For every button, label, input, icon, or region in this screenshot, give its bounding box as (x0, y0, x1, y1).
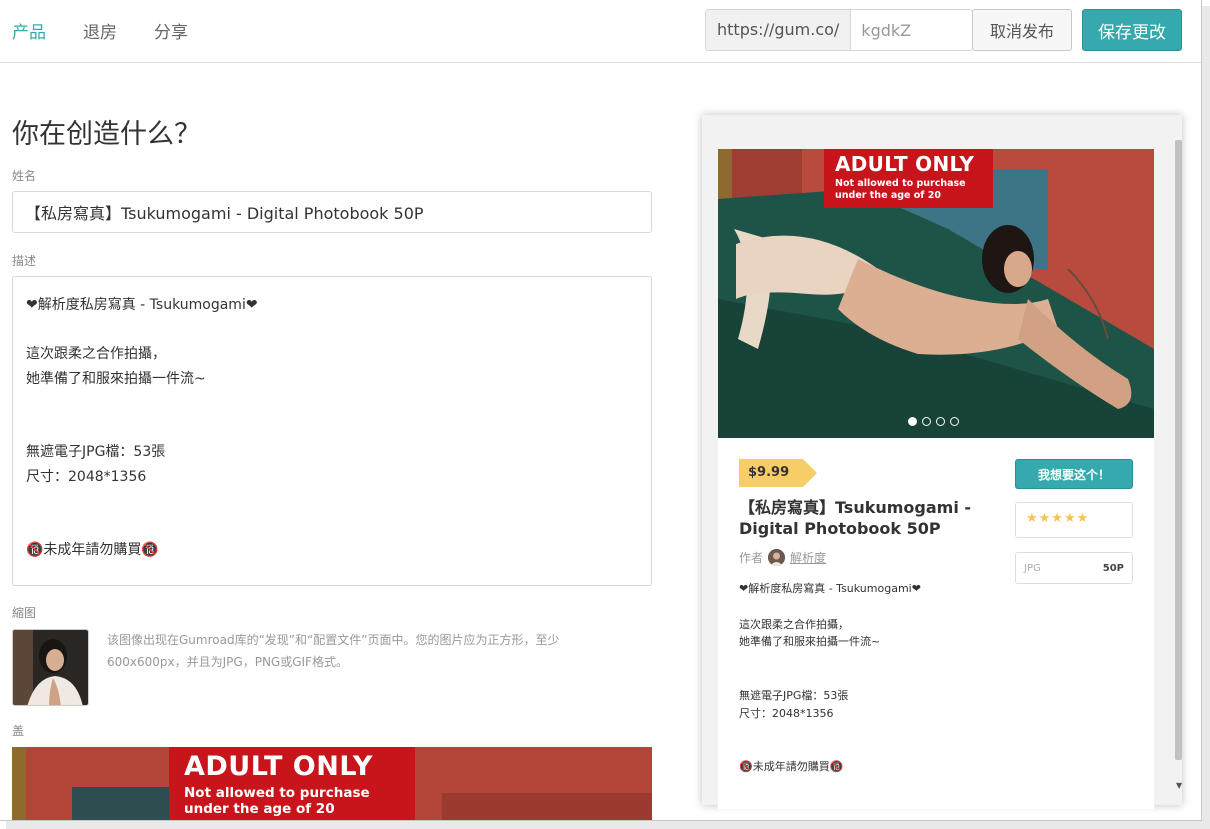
description-line (26, 489, 638, 514)
buy-button[interactable]: 我想要这个！ (1015, 459, 1133, 489)
carousel-dot[interactable] (922, 417, 931, 426)
preview-description-line: 無遮電子JPG檔：53張 (739, 688, 849, 702)
thumbnail-image[interactable] (12, 629, 89, 706)
description-line (26, 391, 638, 416)
preview-description-line: ❤解析度私房寫真 - Tsukumogami❤ (739, 582, 921, 595)
save-changes-button[interactable]: 保存更改 (1082, 9, 1182, 51)
format-value: 50P (1102, 562, 1124, 574)
preview-description-line (739, 722, 1009, 740)
product-url-group: https://gum.co/ (705, 9, 974, 51)
author-avatar[interactable] (768, 549, 786, 566)
preview-description-line (739, 740, 1009, 758)
description-line (26, 416, 638, 441)
url-prefix: https://gum.co/ (706, 10, 852, 50)
adult-only-subline: Not allowed to purchase (184, 785, 370, 801)
file-format-info: JPG 50P (1015, 552, 1133, 584)
tab-checkout[interactable]: 退房 (83, 18, 117, 43)
adult-only-banner: ADULT ONLY Not allowed to purchase under… (169, 747, 415, 820)
author-name-link[interactable]: 解析度 (790, 549, 826, 566)
preview-description-line: 🔞未成年請勿購買🔞 (739, 759, 844, 773)
preview-description: ❤解析度私房寫真 - Tsukumogami❤ 這次跟柔之合作拍攝， 她準備了和… (739, 580, 1009, 776)
cover-image[interactable]: ADULT ONLY Not allowed to purchase under… (12, 747, 652, 820)
preview-cover-carousel[interactable]: ADULT ONLY Not allowed to purchase under… (718, 149, 1154, 438)
carousel-dots (908, 417, 959, 426)
carousel-dot[interactable] (908, 417, 917, 426)
thumbnail-label: 縮图 (12, 606, 37, 620)
description-line (26, 318, 638, 343)
price-tag: $9.99 (739, 459, 818, 487)
preview-scrollbar[interactable] (1175, 140, 1182, 760)
author-prefix: 作者 (739, 551, 764, 565)
format-label: JPG (1024, 562, 1041, 574)
preview-card: ADULT ONLY Not allowed to purchase under… (718, 149, 1154, 809)
description-line: 這次跟柔之合作拍攝， (26, 346, 166, 362)
adult-only-heading: ADULT ONLY (184, 751, 373, 782)
description-label: 描述 (12, 254, 37, 268)
adult-only-subline: Not allowed to purchase (835, 178, 966, 189)
tab-product[interactable]: 产品 (12, 18, 46, 43)
preview-description-line (739, 669, 1009, 687)
adult-only-banner: ADULT ONLY Not allowed to purchase under… (824, 149, 993, 208)
preview-description-line: 她準備了和服來拍攝一件流~ (739, 635, 881, 649)
thumbnail-photo (13, 630, 88, 705)
preview-product-title: 【私房寫真】Tsukumogami - Digital Photobook 50… (739, 498, 972, 538)
thumbnail-help-text: 该图像出现在Gumroad库的“发现”和“配置文件”页面中。您的图片应为正方形，… (107, 633, 560, 669)
carousel-dot[interactable] (936, 417, 945, 426)
description-editor[interactable]: ❤解析度私房寫真 - Tsukumogami❤ 這次跟柔之合作拍攝， 她準備了和… (12, 276, 652, 586)
rating-stars: ★★★★★ (1015, 502, 1133, 538)
product-name-input[interactable] (12, 191, 652, 233)
adult-only-subline: under the age of 20 (835, 190, 941, 201)
top-bar: 产品 退房 分享 https://gum.co/ 取消发布 保存更改 (0, 0, 1201, 63)
unpublish-button[interactable]: 取消发布 (972, 9, 1072, 51)
tab-share[interactable]: 分享 (154, 18, 188, 43)
description-line: 尺寸：2048*1356 (26, 468, 147, 485)
scroll-down-arrow-icon[interactable]: ▼ (1176, 781, 1182, 790)
preview-description-line (739, 651, 1009, 669)
description-line: 🔞未成年請勿購買🔞 (26, 542, 159, 558)
author-line: 作者 解析度 (739, 549, 826, 566)
adult-only-subline: under the age of 20 (184, 801, 335, 817)
avatar-photo (768, 549, 786, 566)
preview-description-line (739, 598, 1009, 616)
carousel-dot[interactable] (950, 417, 959, 426)
description-line: 無遮電子JPG檔：53張 (26, 444, 166, 460)
page-title: 你在创造什么？ (12, 119, 201, 150)
description-line: 她準備了和服來拍攝一件流~ (26, 370, 206, 387)
preview-description-line: 這次跟柔之合作拍攝， (739, 617, 849, 631)
name-label: 姓名 (12, 169, 37, 183)
description-line (26, 514, 638, 539)
description-line: ❤解析度私房寫真 - Tsukumogami❤ (26, 297, 258, 313)
cover-label: 盖 (12, 724, 25, 738)
url-slug-input[interactable] (851, 10, 973, 50)
adult-only-heading: ADULT ONLY (835, 152, 975, 176)
preview-description-line: 尺寸：2048*1356 (739, 706, 834, 720)
